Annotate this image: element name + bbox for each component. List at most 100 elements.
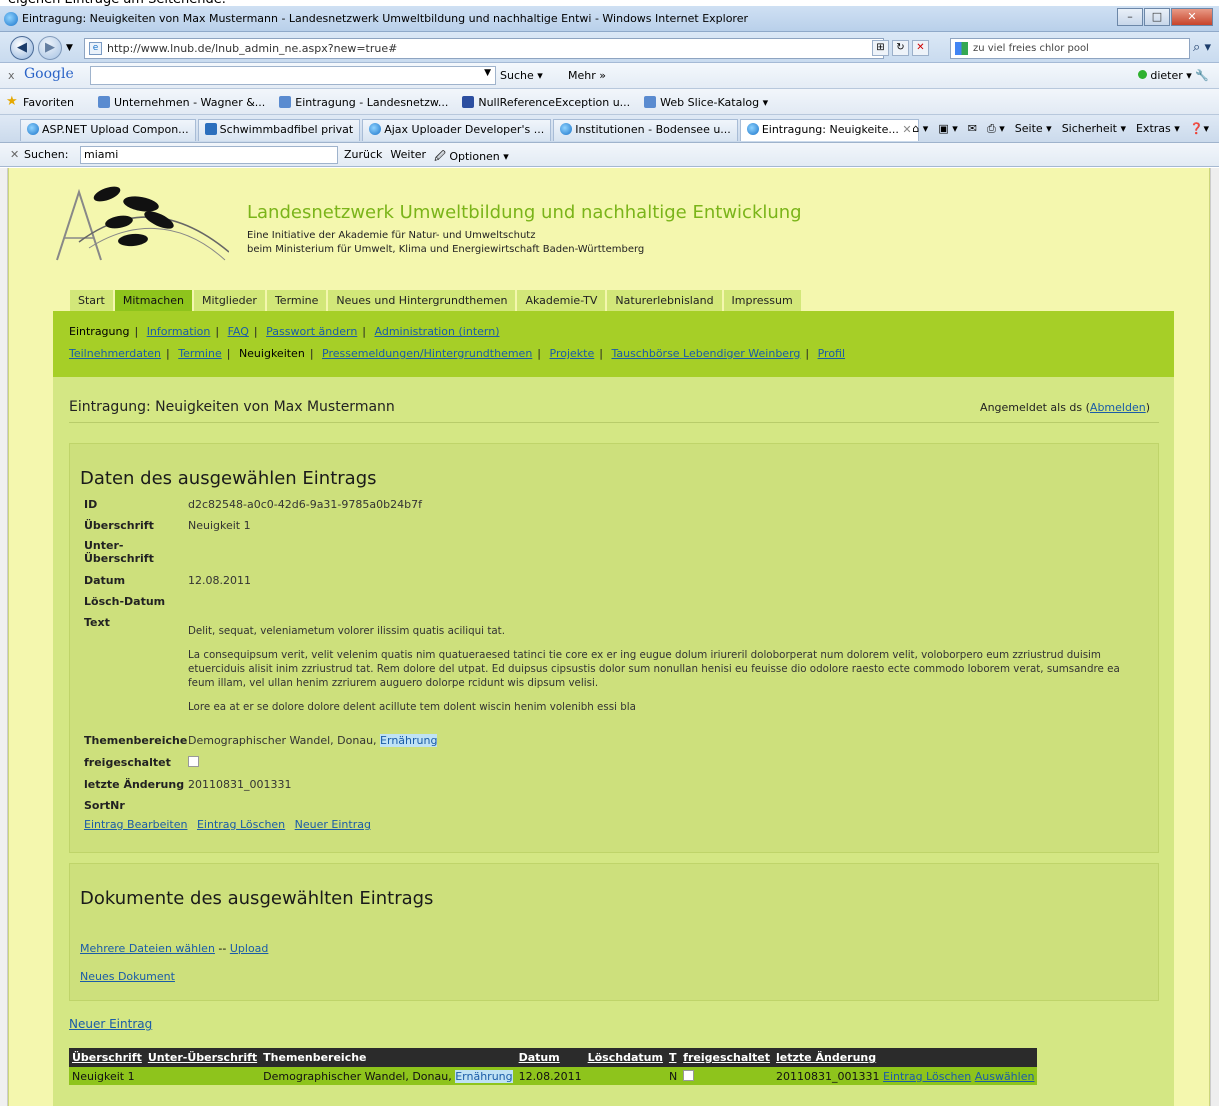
window-titlebar: Eintragung: Neuigkeiten von Max Musterma… (0, 6, 1219, 32)
field-label: Themenbereiche (84, 734, 188, 747)
nav-impressum[interactable]: Impressum (723, 290, 801, 311)
tab[interactable]: Institutionen - Bodensee u... (553, 119, 738, 141)
panel-heading: Daten des ausgewählen Eintrags (80, 468, 377, 489)
fav-item[interactable]: Eintragung - Landesnetzw... (279, 96, 448, 109)
table-row[interactable]: Neuigkeit 1 Demographischer Wandel, Dona… (69, 1067, 1038, 1085)
field-value-id: d2c82548-a0c0-42d6-9a31-9785a0b24b7f (188, 498, 422, 511)
find-options-button[interactable]: 🖉 Optionen ▾ (434, 148, 509, 167)
sort-last-change-link[interactable]: letzte Änderung (776, 1051, 876, 1064)
google-search-input[interactable]: ▼ (90, 66, 496, 85)
google-more-button[interactable]: Mehr » (568, 69, 606, 82)
nav-mitglieder[interactable]: Mitglieder (193, 290, 265, 311)
mail-icon[interactable]: ✉ (968, 122, 977, 136)
delete-entry-link[interactable]: Eintrag Löschen (197, 818, 285, 831)
select-files-link[interactable]: Mehrere Dateien wählen (80, 942, 215, 955)
url-input[interactable] (107, 41, 867, 56)
ie-tab-icon (746, 123, 759, 135)
tab-active[interactable]: Eintragung: Neuigkeite... ✕ (739, 119, 919, 141)
edit-entry-link[interactable]: Eintrag Bearbeiten (84, 818, 187, 831)
main-content: Eintragung: Neuigkeiten von Max Musterma… (53, 377, 1174, 1106)
subnav-termine[interactable]: Termine (178, 347, 221, 360)
nav-start[interactable]: Start (70, 290, 113, 311)
search-icon[interactable]: ⌕ ▾ (1193, 40, 1211, 55)
sort-delete-date-link[interactable]: Löschdatum (588, 1051, 663, 1064)
tab[interactable]: Schwimmbadfibel privat (197, 119, 361, 141)
subnav-faq[interactable]: FAQ (228, 325, 249, 338)
google-user-menu[interactable]: dieter ▾ 🔧 (1138, 69, 1209, 82)
close-button[interactable]: ✕ (1171, 8, 1213, 26)
find-input[interactable]: miami (80, 146, 338, 164)
print-icon[interactable]: ⎙ ▾ (987, 122, 1005, 136)
history-dropdown-icon[interactable]: ▼ (66, 43, 73, 53)
sort-t-link[interactable]: T (669, 1051, 677, 1064)
cell-title: Neuigkeit 1 (69, 1067, 145, 1085)
status-icon (1138, 70, 1148, 79)
subnav-passwort[interactable]: Passwort ändern (266, 325, 357, 338)
feeds-icon[interactable]: ▣ ▾ (938, 122, 957, 136)
sort-subtitle-link[interactable]: Unter-Überschrift (148, 1051, 257, 1064)
address-bar[interactable]: e ▼ (84, 38, 884, 59)
window-title: Eintragung: Neuigkeiten von Max Musterma… (22, 12, 748, 25)
search-input[interactable]: zu viel freies chlor pool (950, 38, 1190, 59)
new-entry-link-bottom[interactable]: Neuer Eintrag (69, 1017, 152, 1031)
sort-title-link[interactable]: Überschrift (72, 1051, 142, 1064)
back-button[interactable]: ◀ (10, 36, 34, 60)
logout-link[interactable]: Abmelden (1090, 401, 1146, 414)
row-released-checkbox[interactable] (683, 1069, 695, 1081)
fav-item[interactable]: NullReferenceException u... (462, 96, 630, 109)
nav-termine[interactable]: Termine (266, 290, 327, 311)
nav-naturerlebnisland[interactable]: Naturerlebnisland (607, 290, 722, 311)
subnav-administration[interactable]: Administration (intern) (375, 325, 500, 338)
find-bar: ✕ Suchen: miami Zurück Weiter 🖉 Optionen… (0, 143, 1219, 167)
new-entry-link[interactable]: Neuer Eintrag (295, 818, 371, 831)
fav-item[interactable]: Web Slice-Katalog ▾ (644, 96, 768, 109)
ie-tab-icon (560, 123, 573, 135)
star-icon[interactable]: ★ (6, 94, 18, 109)
help-icon[interactable]: ❓▾ (1190, 122, 1209, 136)
nav-mitmachen[interactable]: Mitmachen (114, 290, 192, 311)
ie-icon (4, 12, 18, 26)
site-icon (462, 96, 475, 108)
find-back-button[interactable]: Zurück (344, 148, 382, 167)
subnav-projekte[interactable]: Projekte (550, 347, 595, 360)
scrollbar[interactable] (1210, 168, 1219, 1106)
fav-item[interactable]: Unternehmen - Wagner &... (98, 96, 265, 109)
maximize-button[interactable]: □ (1144, 8, 1170, 26)
entry-details-panel: Daten des ausgewählen Eintrags ID d2c8254… (69, 443, 1159, 853)
close-find-icon[interactable]: ✕ (10, 148, 19, 161)
nav-neues[interactable]: Neues und Hintergrundthemen (328, 290, 516, 311)
subnav-pressemeldungen[interactable]: Pressemeldungen/Hintergrundthemen (322, 347, 532, 360)
released-checkbox[interactable] (188, 756, 199, 767)
subnav-teilnehmerdaten[interactable]: Teilnehmerdaten (69, 347, 161, 360)
tools-menu[interactable]: Extras ▾ (1136, 122, 1180, 136)
tab[interactable]: ASP.NET Upload Compon... (20, 119, 196, 141)
subnav-tauschboerse[interactable]: Tauschbörse Lebendiger Weinberg (611, 347, 800, 360)
column-header: Themenbereiche (260, 1048, 516, 1067)
compat-view-icon[interactable]: ⊞ (872, 40, 889, 56)
row-select-link[interactable]: Auswählen (975, 1070, 1035, 1083)
subnav-profil[interactable]: Profil (818, 347, 845, 360)
text-paragraph: La consequipsum verit, velit velenim qua… (188, 649, 1120, 689)
sort-date-link[interactable]: Datum (519, 1051, 560, 1064)
refresh-icon[interactable]: ↻ (892, 40, 909, 56)
search-provider-icon (955, 42, 968, 55)
forward-button[interactable]: ▶ (38, 36, 62, 60)
favorites-button[interactable]: Favoriten (23, 96, 74, 109)
tab[interactable]: Ajax Uploader Developer's ... (362, 119, 552, 141)
row-delete-link[interactable]: Eintrag Löschen (883, 1070, 971, 1083)
stop-icon[interactable]: ✕ (912, 40, 929, 56)
home-icon[interactable]: ⌂ ▾ (912, 122, 928, 136)
new-document-link[interactable]: Neues Dokument (80, 970, 175, 983)
minimize-button[interactable]: – (1117, 8, 1143, 26)
site-icon (644, 96, 657, 108)
google-search-button[interactable]: Suche ▾ (500, 69, 543, 82)
nav-akademie-tv[interactable]: Akademie-TV (517, 290, 606, 311)
close-toolbar-icon[interactable]: x (8, 69, 15, 82)
subnav-information[interactable]: Information (147, 325, 211, 338)
security-menu[interactable]: Sicherheit ▾ (1062, 122, 1126, 136)
ie-tab-icon (369, 123, 382, 135)
upload-link[interactable]: Upload (230, 942, 269, 955)
find-next-button[interactable]: Weiter (390, 148, 426, 167)
sort-released-link[interactable]: freigeschaltet (683, 1051, 770, 1064)
page-menu[interactable]: Seite ▾ (1015, 122, 1052, 136)
